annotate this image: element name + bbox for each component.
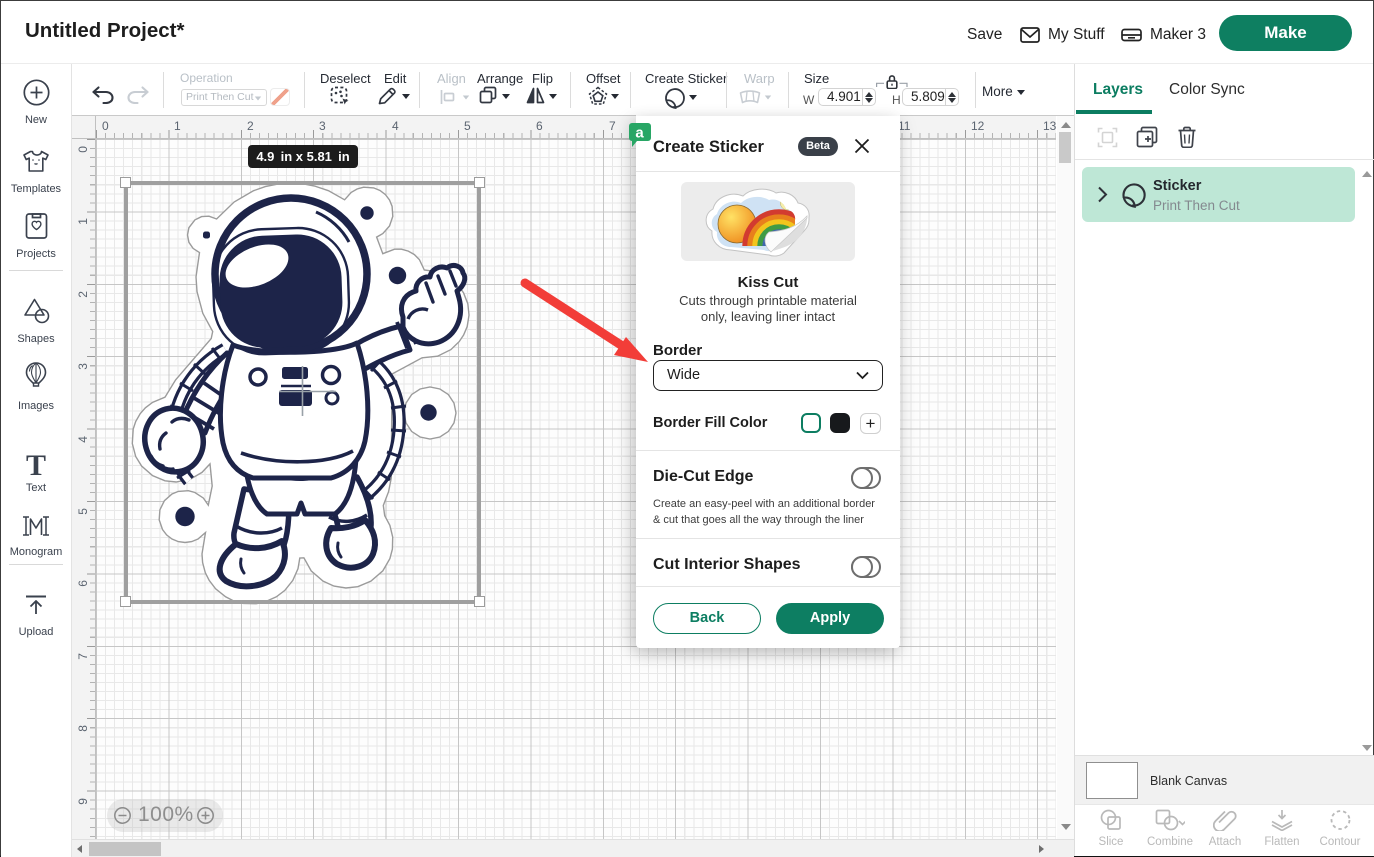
svg-text:a: a bbox=[635, 125, 644, 142]
